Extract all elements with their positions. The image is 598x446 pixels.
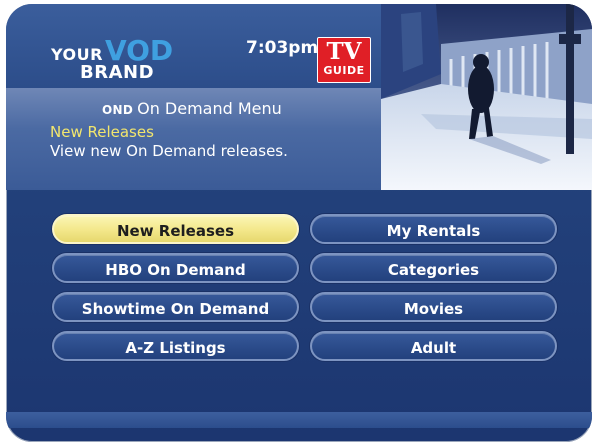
ond-label: OND — [102, 103, 134, 117]
tv-guide-logo: TV GUIDE — [317, 37, 371, 83]
main-menu: New Releases HBO On Demand Showtime On D… — [6, 190, 592, 442]
clock: 7:03pm — [246, 38, 319, 58]
menu-button-categories[interactable]: Categories — [310, 253, 557, 283]
menu-title-text: On Demand Menu — [137, 99, 282, 118]
preview-scene-illustration — [381, 4, 592, 190]
preview-image — [381, 4, 592, 190]
menu-title: OND On Demand Menu — [102, 99, 282, 118]
bottom-bar — [6, 412, 592, 428]
selected-item-description: View new On Demand releases. — [50, 142, 288, 160]
menu-button-movies[interactable]: Movies — [310, 292, 557, 322]
brand-logo: YOURVOD BRAND — [51, 37, 173, 82]
info-panel: OND On Demand Menu New Releases View new … — [6, 88, 381, 190]
vod-screen: YOURVOD BRAND 7:03pm TV GUIDE OND On Dema… — [6, 4, 592, 442]
logo-brand-text: BRAND — [80, 62, 155, 83]
menu-button-a-z-listings[interactable]: A-Z Listings — [52, 331, 299, 361]
menu-button-new-releases[interactable]: New Releases — [52, 214, 299, 244]
tv-guide-tv-text: TV — [326, 38, 362, 65]
menu-button-my-rentals[interactable]: My Rentals — [310, 214, 557, 244]
header-panel: YOURVOD BRAND 7:03pm TV GUIDE — [6, 4, 381, 88]
tv-guide-guide-text: GUIDE — [323, 64, 365, 77]
menu-button-hbo-on-demand[interactable]: HBO On Demand — [52, 253, 299, 283]
selected-item-title: New Releases — [50, 123, 154, 141]
menu-button-showtime-on-demand[interactable]: Showtime On Demand — [52, 292, 299, 322]
menu-button-adult[interactable]: Adult — [310, 331, 557, 361]
